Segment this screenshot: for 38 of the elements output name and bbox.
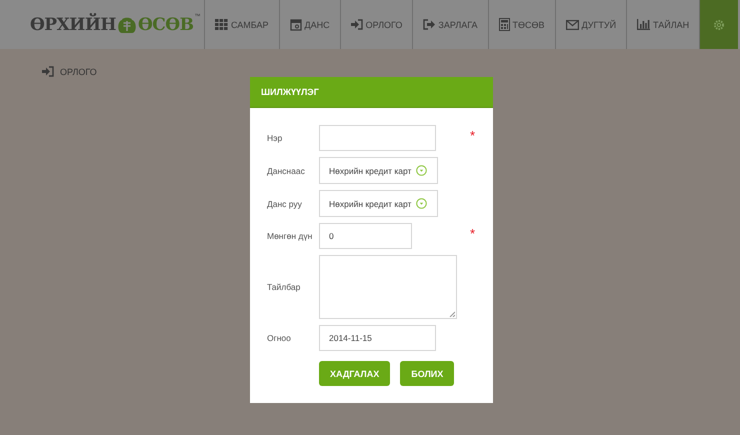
dropdown[interactable]: Нөхрийн кредит карт [319, 157, 438, 184]
field-label: Данснаас [266, 166, 306, 176]
nav-tab[interactable]: ЗАРЛАГА [412, 0, 488, 49]
breadcrumb: ОРЛОГО [42, 66, 740, 77]
logo-text: ӨСӨВ [138, 14, 194, 34]
resize-grip-icon [449, 311, 455, 317]
wallet-icon [290, 18, 302, 30]
calculator-icon [498, 18, 510, 31]
field-label: Нэр [266, 133, 284, 143]
input-field[interactable] [319, 125, 436, 151]
dropdown[interactable]: Нөхрийн кредит карт [319, 190, 438, 217]
input-field[interactable]: 2014-11-15 [319, 325, 436, 351]
sign-in-icon [350, 19, 363, 30]
field-label: Данс руу [266, 198, 303, 208]
required-mark: * [470, 128, 476, 143]
nav-tab[interactable]: САМБАР [204, 0, 279, 49]
action-button[interactable]: БОЛИХ [400, 361, 454, 386]
bar-chart-icon [637, 19, 650, 30]
nav-tab[interactable]: ДУГТУЙ [554, 0, 626, 49]
input-field[interactable]: 0 [319, 223, 412, 249]
money-bag-icon [116, 16, 137, 34]
field-label: Огноо [266, 333, 292, 343]
nav-tab[interactable]: ОРЛОГО [340, 0, 412, 49]
text-area[interactable] [319, 255, 457, 319]
settings-button[interactable] [699, 0, 738, 49]
required-mark: * [470, 226, 476, 241]
sign-out-icon [423, 19, 436, 30]
nav-tab[interactable]: ТӨСӨВ [488, 0, 555, 49]
envelope-icon [566, 20, 579, 30]
dialog-title: ШИЛЖҮҮЛЭГ [250, 77, 493, 108]
sign-in-icon [42, 66, 54, 77]
grid-icon [215, 19, 228, 30]
settings-icon [713, 18, 726, 30]
action-button[interactable]: ХАДГАЛАХ [319, 361, 390, 386]
logo-text: ӨРХИЙН [30, 14, 116, 34]
nav-tab[interactable]: ДАНС [278, 0, 340, 49]
field-label: Мөнгөн дүн [266, 231, 314, 241]
field-label: Тайлбар [266, 282, 302, 292]
